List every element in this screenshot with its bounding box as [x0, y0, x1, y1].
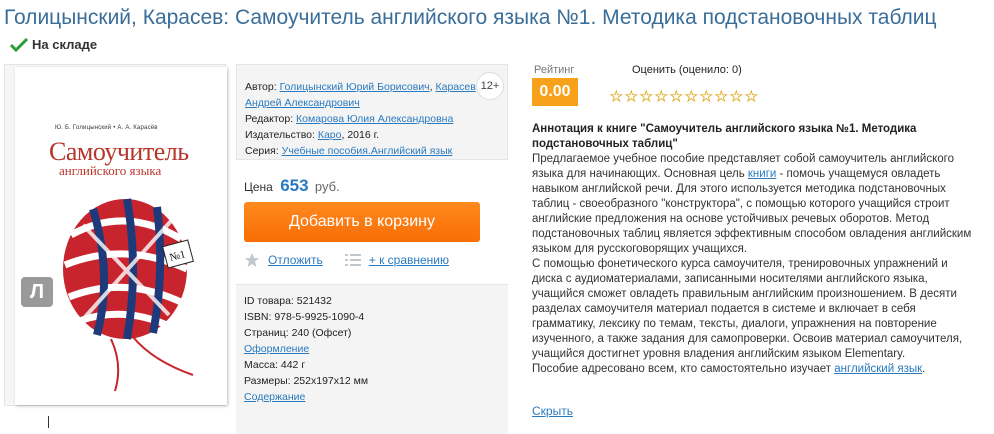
author-link-2-cont[interactable]: Андрей Александрович	[245, 97, 360, 109]
rating-label: Рейтинг	[534, 64, 575, 76]
publish-year: , 2016 г.	[341, 129, 380, 141]
litres-badge: Л	[21, 277, 53, 307]
annotation-p3-start: Пособие адресовано всем, кто самостоятел…	[532, 363, 835, 375]
contents-link[interactable]: Содержание	[244, 391, 305, 403]
product-size: Размеры: 252x197x12 мм	[244, 375, 369, 387]
series-label: Серия:	[245, 145, 279, 157]
rating-star-icon[interactable]: ★	[715, 88, 730, 105]
list-icon	[344, 254, 361, 266]
publisher-row: Издательство: Каро, 2016 г.	[245, 127, 501, 143]
rating-star-icon[interactable]: ★	[730, 88, 745, 105]
annotation-p2: С помощью фонетического курса самоучител…	[532, 258, 963, 360]
product-pages: Страниц: 240 (Офсет)	[244, 327, 352, 339]
editor-link[interactable]: Комарова Юлия Александровна	[296, 113, 453, 125]
star-icon	[245, 253, 259, 267]
rating-star-icon[interactable]: ★	[670, 88, 685, 105]
annotation-text: Предлагаемое учебное пособие представляе…	[532, 152, 972, 377]
price-value: 653	[280, 176, 309, 195]
price-currency: руб.	[314, 179, 340, 194]
rating-value: 0.00	[532, 78, 578, 106]
text-cursor	[48, 416, 49, 428]
cover-subtitle: английского языка	[59, 163, 162, 178]
series-link[interactable]: Учебные пособия.Английский язык	[282, 145, 453, 157]
rating-star-icon[interactable]: ★	[610, 88, 625, 105]
product-isbn: ISBN: 978-5-9925-1090-4	[244, 311, 365, 323]
series-row: Серия: Учебные пособия.Английский язык	[245, 143, 501, 159]
stock-status: На складе	[10, 31, 97, 58]
rating-star-icon[interactable]: ★	[685, 88, 700, 105]
page-title: Голицынский, Карасев: Самоучитель англий…	[4, 4, 964, 61]
stock-label: На складе	[32, 37, 98, 52]
editor-label: Редактор:	[245, 113, 294, 125]
publisher-link[interactable]: Каро	[318, 129, 342, 141]
rating-box: Рейтинг 0.00	[532, 64, 578, 106]
books-link[interactable]: книги	[748, 168, 776, 180]
rating-star-icon[interactable]: ★	[640, 88, 655, 105]
author-label: Автор:	[245, 81, 277, 93]
rate-label: Оценить (оценило: 0)	[632, 64, 742, 76]
rating-star-icon[interactable]: ★	[625, 88, 640, 105]
price-row: Цена 653 руб.	[244, 176, 340, 196]
annotation-p1-end: - помочь учащемуся овладеть навыком англ…	[532, 168, 972, 255]
product-title: Голицынский, Карасев: Самоучитель англий…	[4, 6, 937, 29]
rating-star-icon[interactable]: ★	[745, 88, 760, 105]
product-id: ID товара: 521432	[244, 295, 332, 307]
price-label: Цена	[244, 180, 273, 194]
defer-action[interactable]: Отложить	[244, 252, 323, 268]
author-row: Автор: Голицынский Юрий Борисович, Карас…	[245, 81, 476, 109]
product-info: 12+ Автор: Голицынский Юрий Борисович, К…	[236, 64, 508, 434]
compare-link[interactable]: + к сравнению	[369, 253, 449, 267]
age-rating: 12+	[476, 72, 504, 100]
annotation-p3-end: .	[922, 363, 926, 375]
publisher-label: Издательство:	[245, 129, 315, 141]
author-link-2[interactable]: Карасев	[436, 81, 476, 93]
product-meta: 12+ Автор: Голицынский Юрий Борисович, К…	[236, 64, 508, 160]
rating-star-icon[interactable]: ★	[655, 88, 670, 105]
editor-row: Редактор: Комарова Юлия Александровна	[245, 111, 501, 127]
english-language-link[interactable]: английский язык	[834, 363, 922, 375]
design-link[interactable]: Оформление	[244, 343, 309, 355]
annotation-title: Аннотация к книге "Самоучитель английско…	[532, 123, 917, 150]
product-weight: Масса: 442 г	[244, 359, 306, 371]
defer-link[interactable]: Отложить	[268, 253, 323, 267]
book-cover[interactable]: Ю. Б. Голицынский • А. А. Карасёв Самоуч…	[15, 67, 227, 405]
product-details: ID товара: 521432 ISBN: 978-5-9925-1090-…	[236, 284, 508, 434]
yarn-ball-image: №1	[63, 198, 195, 392]
rating-star-icon[interactable]: ★	[700, 88, 715, 105]
compare-action[interactable]: + к сравнению	[344, 253, 449, 267]
add-to-cart-button[interactable]: Добавить в корзину	[244, 202, 480, 242]
action-links: Отложить + к сравнению	[244, 252, 504, 268]
cover-panel: Ю. Б. Голицынский • А. А. Карасёв Самоуч…	[4, 64, 227, 406]
author-link-1[interactable]: Голицынский Юрий Борисович	[280, 81, 430, 93]
check-icon	[10, 37, 28, 52]
rating-stars[interactable]: ★ ★ ★ ★ ★ ★ ★ ★ ★ ★	[610, 88, 760, 105]
hide-link[interactable]: Скрыть	[532, 404, 573, 418]
cover-authors: Ю. Б. Голицынский • А. А. Карасёв	[55, 125, 158, 131]
